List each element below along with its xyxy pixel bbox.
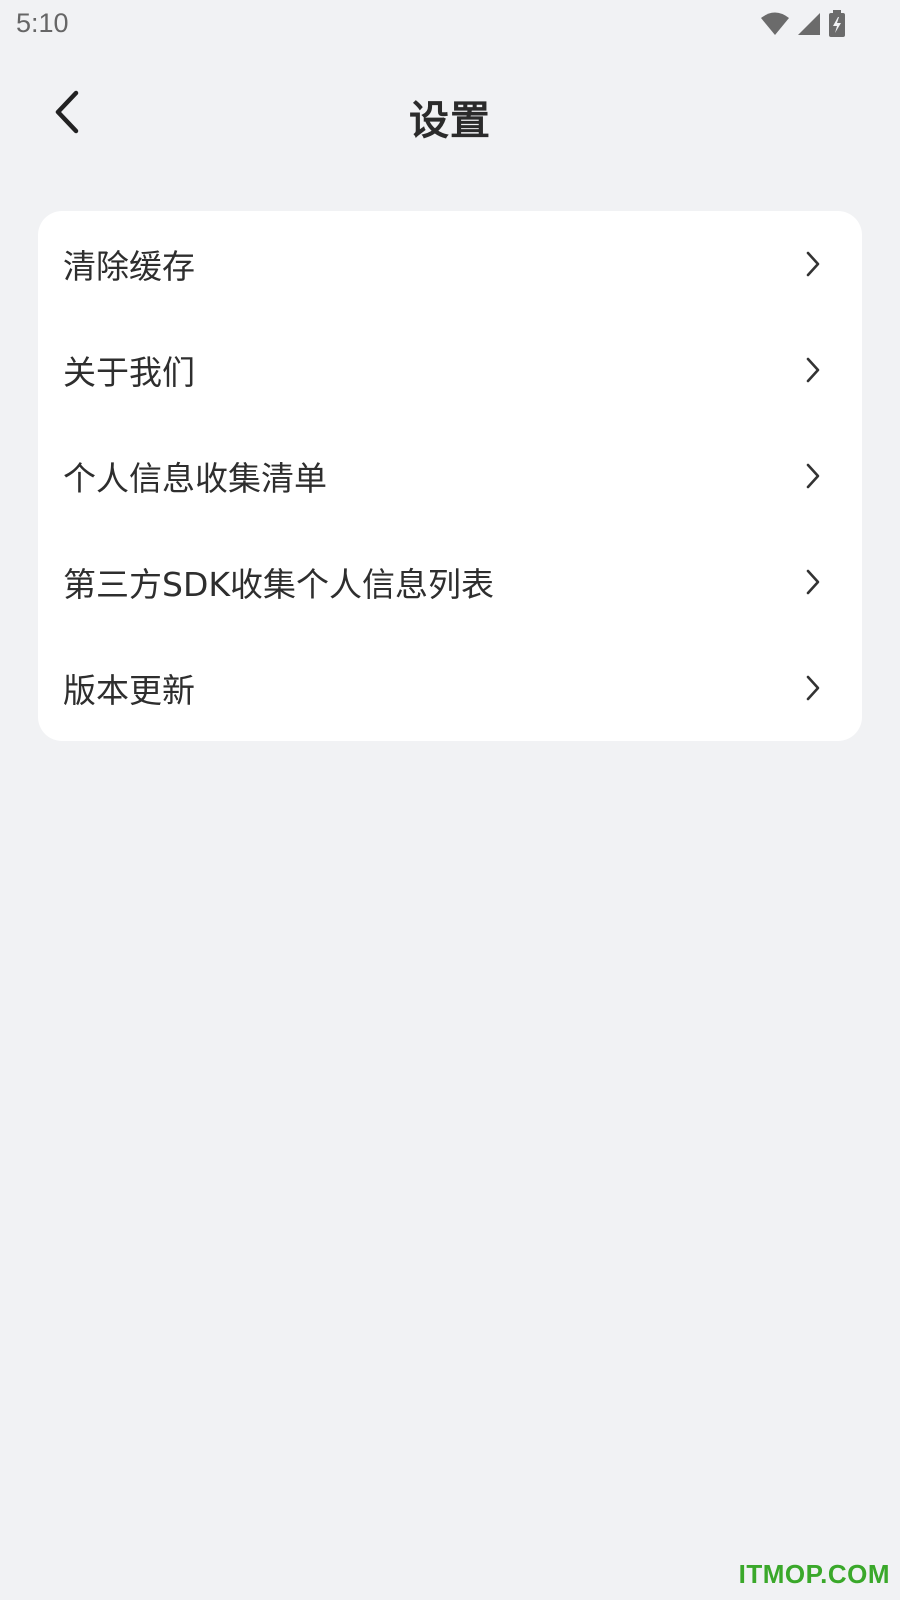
menu-item-third-party-sdk-list[interactable]: 第三方SDK收集个人信息列表 bbox=[38, 529, 862, 635]
menu-item-version-update[interactable]: 版本更新 bbox=[38, 635, 862, 741]
menu-item-label: 版本更新 bbox=[63, 671, 195, 710]
chevron-right-icon bbox=[798, 674, 826, 702]
menu-item-label: 个人信息收集清单 bbox=[63, 459, 327, 498]
header: 设置 bbox=[0, 70, 900, 160]
status-time: 5:10 bbox=[16, 8, 69, 38]
menu-item-about-us[interactable]: 关于我们 bbox=[38, 317, 862, 423]
menu-item-clear-cache[interactable]: 清除缓存 bbox=[38, 211, 862, 317]
chevron-right-icon bbox=[798, 356, 826, 384]
menu-item-label: 清除缓存 bbox=[63, 247, 195, 286]
chevron-right-icon bbox=[798, 462, 826, 490]
menu-item-label: 第三方SDK收集个人信息列表 bbox=[63, 565, 494, 604]
page-title: 设置 bbox=[409, 98, 491, 144]
wifi-icon bbox=[760, 11, 790, 41]
chevron-right-icon bbox=[798, 250, 826, 278]
signal-icon bbox=[796, 11, 822, 41]
settings-menu-card: 清除缓存 关于我们 个人信息收集清单 第三方SDK收集个人信息列表 版本更新 bbox=[38, 211, 862, 741]
menu-item-personal-info-list[interactable]: 个人信息收集清单 bbox=[38, 423, 862, 529]
watermark: ITMOP.COM bbox=[738, 1559, 890, 1589]
chevron-right-icon bbox=[798, 568, 826, 596]
battery-charging-icon bbox=[828, 10, 846, 42]
menu-item-label: 关于我们 bbox=[63, 353, 195, 392]
status-bar: 5:10 bbox=[0, 0, 900, 50]
status-icons bbox=[760, 10, 846, 42]
